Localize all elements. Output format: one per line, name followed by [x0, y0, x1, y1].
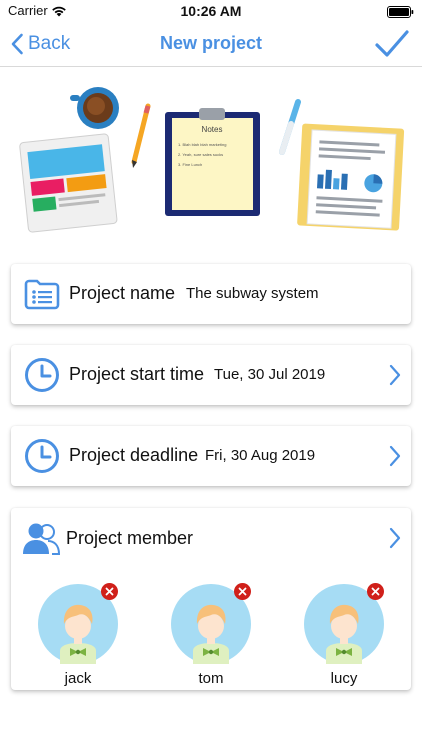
tablet-illustration [19, 133, 118, 233]
chevron-right-icon [389, 364, 401, 386]
member-name: jack [64, 670, 92, 687]
project-deadline-value: Fri, 30 Aug 2019 [205, 447, 316, 464]
project-name-row[interactable]: Project name The subway system [11, 264, 411, 324]
project-start-time-label: Project start time [69, 364, 205, 384]
avatar[interactable] [171, 583, 251, 664]
folder-illustration [297, 123, 405, 231]
checkmark-icon [375, 30, 409, 57]
remove-member-button[interactable] [234, 583, 251, 600]
done-button[interactable] [374, 28, 410, 60]
back-button[interactable]: Back [10, 30, 70, 58]
note-line-1: 1. Blah blah blah marketing [178, 142, 226, 147]
clipboard-illustration: Notes 1. Blah blah blah marketing 2. Yea… [165, 108, 260, 216]
remove-member-button[interactable] [367, 583, 384, 600]
coffee-cup-illustration [70, 87, 119, 129]
member-item-tom: tom [166, 583, 256, 687]
project-name-value[interactable]: The subway system [186, 285, 319, 302]
avatar[interactable] [304, 583, 384, 664]
project-start-time-row[interactable]: Project start time Tue, 30 Jul 2019 [11, 345, 411, 405]
project-deadline-label: Project deadline [69, 445, 199, 465]
project-member-row[interactable]: Project member [11, 508, 411, 568]
remove-member-button[interactable] [101, 583, 118, 600]
project-member-label: Project member [66, 528, 194, 548]
notes-title: Notes [202, 125, 223, 134]
navigation-bar: Back New project [0, 22, 422, 67]
chevron-right-icon [389, 527, 401, 549]
clock-icon [25, 439, 59, 473]
note-line-3: 3. Fine Lunch [178, 162, 202, 167]
project-deadline-row[interactable]: Project deadline Fri, 30 Aug 2019 [11, 426, 411, 486]
clock-icon [25, 358, 59, 392]
pencil-illustration [131, 103, 151, 168]
member-name: tom [198, 670, 224, 687]
chevron-left-icon [11, 33, 23, 55]
clock-time: 10:26 AM [180, 3, 242, 19]
member-item-jack: jack [33, 583, 123, 687]
project-start-time-value: Tue, 30 Jul 2019 [214, 366, 326, 383]
note-line-2: 2. Yeah, sure sales sucks [178, 152, 223, 157]
users-icon [23, 523, 61, 555]
list-folder-icon [24, 279, 60, 310]
pen-illustration [279, 99, 301, 155]
project-name-label: Project name [69, 283, 176, 303]
member-item-lucy: lucy [299, 583, 389, 687]
member-name: lucy [330, 670, 358, 687]
back-label: Back [28, 33, 71, 54]
project-member-card: Project member jack tom lucy [11, 508, 411, 690]
avatar[interactable] [38, 583, 118, 664]
battery-icon [387, 5, 414, 23]
hero-illustration: Notes 1. Blah blah blah marketing 2. Yea… [0, 70, 422, 245]
status-bar: Carrier 10:26 AM [0, 0, 422, 22]
chevron-right-icon [389, 445, 401, 467]
